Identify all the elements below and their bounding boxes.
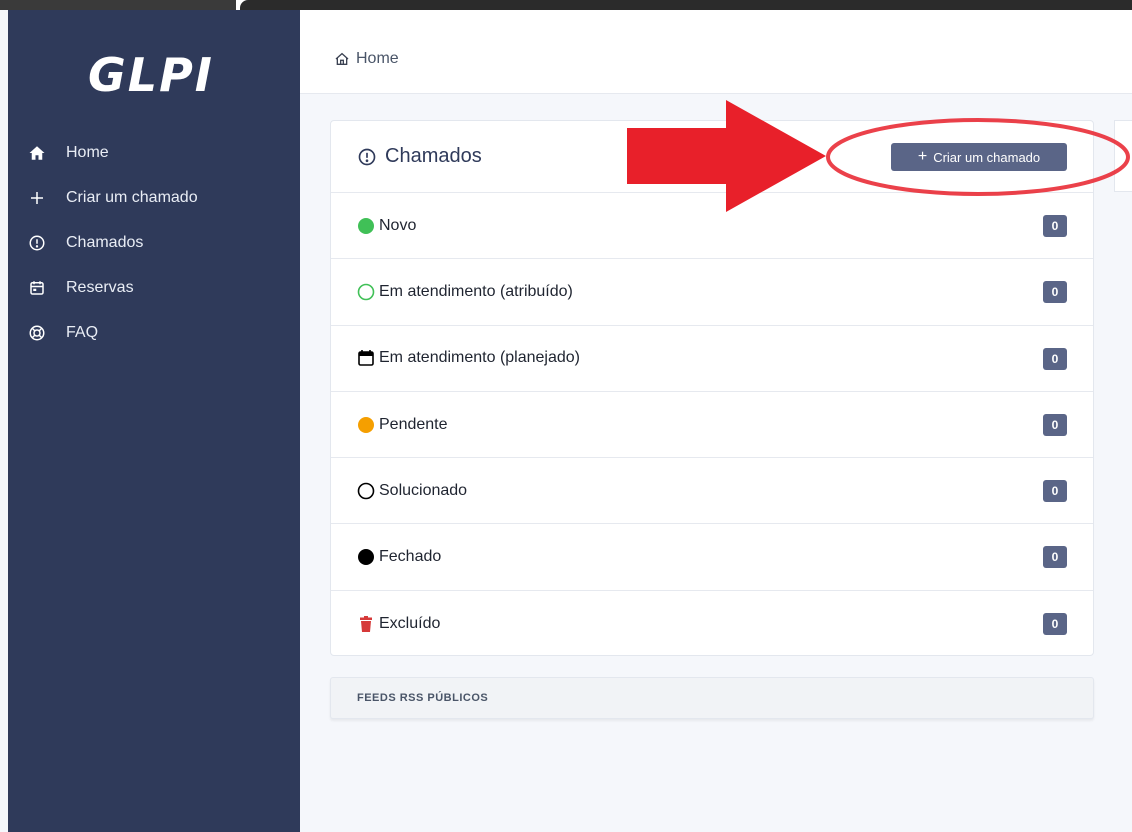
sidebar-item-chamados[interactable]: Chamados	[8, 220, 300, 265]
count-badge: 0	[1043, 215, 1067, 237]
plus-icon	[26, 187, 48, 209]
green-filled-circle-icon	[357, 217, 375, 235]
count-badge: 0	[1043, 347, 1067, 370]
trash-icon	[357, 615, 375, 633]
green-outline-circle-icon	[357, 283, 375, 301]
sidebar: GLPI Home Criar um chamado Chamados Rese…	[8, 10, 300, 832]
sidebar-item-label: Home	[66, 143, 109, 161]
tickets-card-header: Chamados + Criar um chamado	[331, 121, 1093, 193]
alert-circle-icon	[26, 232, 48, 254]
page-header: Home	[300, 10, 1132, 94]
count-badge: 0	[1043, 281, 1067, 304]
create-ticket-button[interactable]: + Criar um chamado	[891, 143, 1067, 171]
status-row-planejado[interactable]: Em atendimento (planejado) 0	[331, 326, 1093, 392]
status-label: Em atendimento (planejado)	[379, 349, 581, 367]
sidebar-item-label: FAQ	[66, 323, 99, 341]
count-badge: 0	[1043, 546, 1067, 569]
breadcrumb-home[interactable]: Home	[356, 50, 399, 68]
tickets-card: Chamados + Criar um chamado Novo 0 Em at…	[330, 120, 1094, 656]
sidebar-item-faq[interactable]: FAQ	[8, 310, 300, 355]
card-title: Chamados	[357, 145, 482, 168]
status-row-novo[interactable]: Novo 0	[331, 193, 1093, 260]
glpi-logo[interactable]: GLPI	[88, 48, 214, 102]
status-row-pendente[interactable]: Pendente 0	[331, 392, 1093, 459]
status-row-solucionado[interactable]: Solucionado 0	[331, 458, 1093, 525]
status-row-fechado[interactable]: Fechado 0	[331, 524, 1093, 591]
home-icon	[26, 142, 48, 164]
lifebuoy-icon	[26, 322, 48, 344]
home-outline-icon	[335, 52, 349, 65]
browser-tab-bar	[240, 0, 1132, 10]
count-badge: 0	[1043, 612, 1067, 635]
status-label: Fechado	[379, 548, 442, 566]
sidebar-item-criar-chamado[interactable]: Criar um chamado	[8, 175, 300, 220]
right-panel-edge	[1114, 120, 1132, 192]
status-label: Pendente	[379, 415, 448, 433]
plus-icon: +	[917, 148, 928, 165]
rss-feeds-title: FEEDS RSS PÚBLICOS	[357, 692, 489, 704]
count-badge: 0	[1043, 413, 1067, 436]
card-title-text: Chamados	[385, 145, 482, 167]
calendar-icon	[26, 277, 48, 299]
alert-circle-icon	[358, 148, 376, 165]
calendar-icon	[357, 349, 375, 367]
black-filled-circle-icon	[357, 548, 375, 566]
orange-filled-circle-icon	[357, 416, 375, 434]
sidebar-item-label: Reservas	[66, 278, 134, 296]
count-badge: 0	[1043, 480, 1067, 503]
status-row-excluido[interactable]: Excluído 0	[331, 591, 1093, 657]
sidebar-menu: Home Criar um chamado Chamados Reservas …	[8, 130, 300, 355]
sidebar-item-home[interactable]: Home	[8, 130, 300, 175]
sidebar-item-reservas[interactable]: Reservas	[8, 265, 300, 310]
status-row-atribuido[interactable]: Em atendimento (atribuído) 0	[331, 259, 1093, 326]
status-label: Novo	[379, 216, 417, 234]
browser-tab-area	[0, 0, 236, 10]
create-ticket-label: Criar um chamado	[933, 149, 1041, 165]
status-label: Excluído	[379, 614, 441, 632]
sidebar-item-label: Chamados	[66, 233, 144, 251]
sidebar-item-label: Criar um chamado	[66, 188, 198, 206]
status-label: Solucionado	[379, 481, 468, 499]
browser-top-strip	[0, 0, 1132, 10]
status-label: Em atendimento (atribuído)	[379, 282, 573, 300]
black-outline-circle-icon	[357, 482, 375, 500]
rss-feeds-panel[interactable]: FEEDS RSS PÚBLICOS	[330, 677, 1094, 719]
breadcrumb[interactable]: Home	[334, 50, 399, 68]
